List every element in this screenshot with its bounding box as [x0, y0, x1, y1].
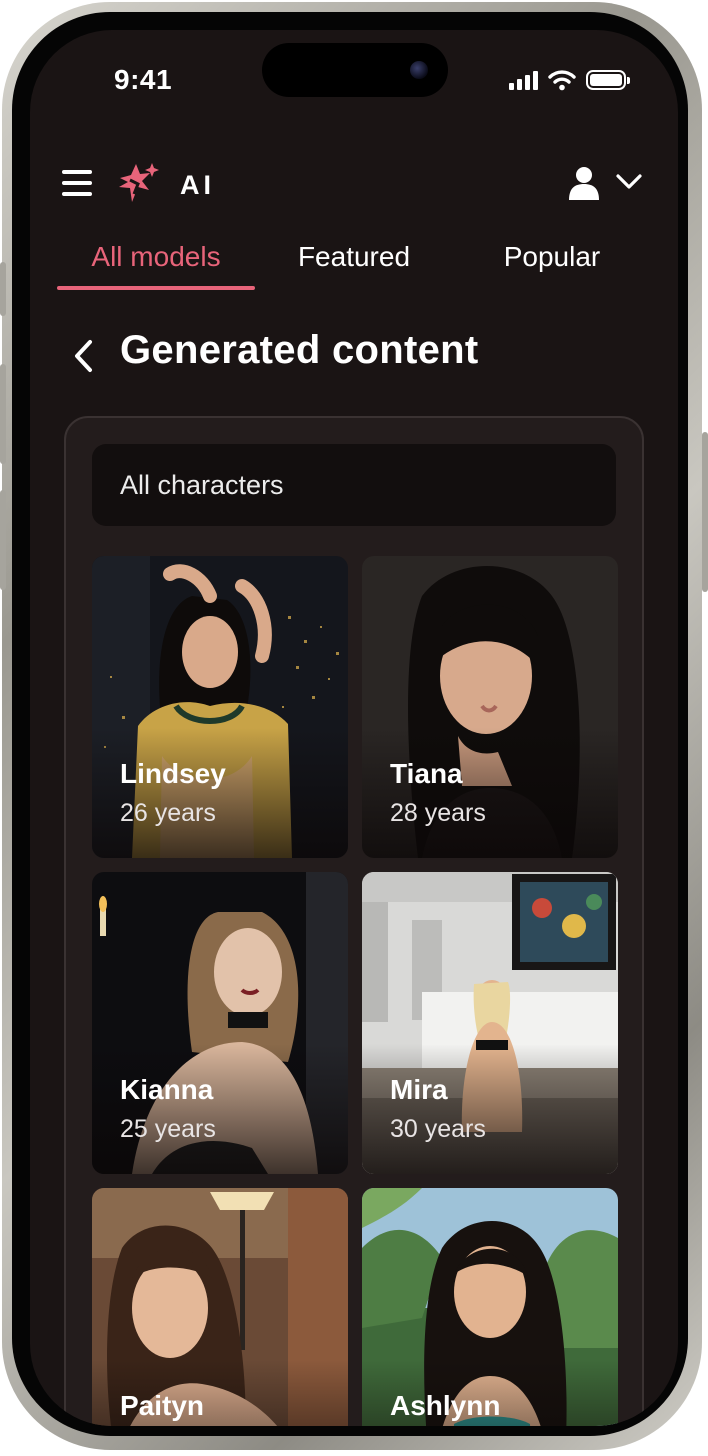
character-age: 25 years — [120, 1115, 216, 1143]
tab-all-models[interactable]: All models — [57, 238, 255, 288]
side-button-volume-down — [0, 490, 6, 590]
character-card-kianna[interactable]: Kianna 25 years — [92, 872, 348, 1174]
character-name: Lindsey — [120, 758, 226, 789]
character-age: 26 years — [120, 799, 216, 827]
battery-icon — [586, 70, 630, 90]
side-button-volume-up — [0, 364, 6, 464]
camera-icon — [410, 61, 428, 79]
card-shade — [92, 1044, 348, 1174]
character-name: Paityn — [120, 1390, 205, 1421]
generated-content-panel: All characters Lindsey 26 years Tiana 28… — [64, 416, 644, 1426]
chevron-down-icon — [616, 174, 642, 189]
page-title: Generated content — [120, 328, 479, 372]
wifi-icon — [548, 70, 576, 91]
status-icons — [509, 68, 630, 92]
logo-text: AI — [180, 170, 215, 200]
side-button-action — [0, 262, 6, 316]
logo-sparkle-icon — [119, 163, 159, 202]
character-age: 30 years — [390, 1115, 486, 1143]
character-card-paityn[interactable]: Paityn — [92, 1188, 348, 1426]
user-icon — [569, 167, 599, 200]
card-shade — [92, 728, 348, 858]
character-card-lindsey[interactable]: Lindsey 26 years — [92, 556, 348, 858]
model-tabs: All models Featured Popular — [30, 230, 678, 294]
app-header: AI — [30, 148, 678, 218]
character-name: Tiana — [390, 758, 463, 789]
tab-featured[interactable]: Featured — [254, 238, 454, 288]
active-tab-indicator — [57, 286, 255, 290]
dynamic-island — [262, 43, 448, 97]
tab-popular[interactable]: Popular — [452, 238, 652, 288]
character-age: 28 years — [390, 799, 486, 827]
character-name: Ashlynn — [390, 1390, 501, 1421]
character-card-tiana[interactable]: Tiana 28 years — [362, 556, 618, 858]
side-button-power — [702, 432, 708, 592]
character-filter-select[interactable]: All characters — [92, 444, 616, 526]
card-shade — [362, 1044, 618, 1174]
profile-menu-button[interactable] — [568, 162, 648, 204]
card-shade — [362, 728, 618, 858]
character-card-ashlynn[interactable]: Ashlynn — [362, 1188, 618, 1426]
back-chevron-icon[interactable] — [68, 336, 98, 376]
character-name: Mira — [390, 1074, 448, 1105]
status-time: 9:41 — [114, 64, 173, 95]
signal-icon — [509, 70, 538, 90]
character-name: Kianna — [120, 1074, 214, 1105]
hamburger-menu-icon[interactable] — [62, 170, 94, 196]
character-card-mira[interactable]: Mira 30 years — [362, 872, 618, 1174]
app-screen: 9:41 AI All models Featured Popular Gene… — [30, 30, 678, 1426]
